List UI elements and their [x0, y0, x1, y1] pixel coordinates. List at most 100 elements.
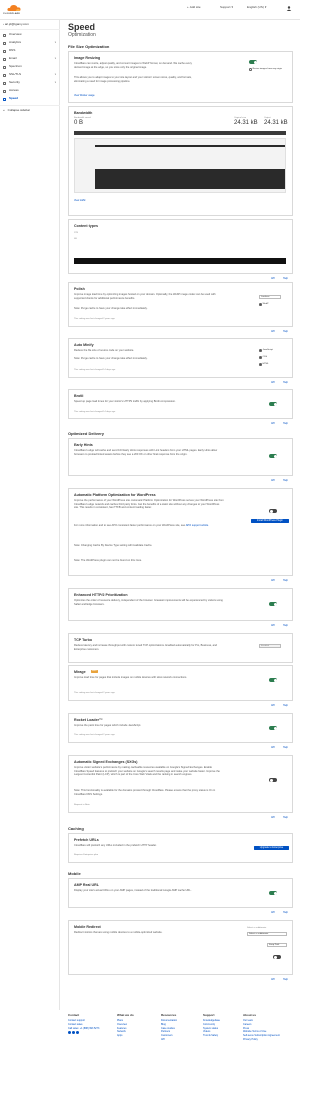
card-description: Improve visitor website's performance by… [74, 766, 220, 776]
help-link[interactable]: Help [283, 816, 288, 819]
card-note: Note: Purge cache to have your change ta… [74, 307, 148, 310]
chevron-down-icon: ▾ [264, 5, 267, 9]
add-site-link[interactable]: + Add site [187, 5, 201, 10]
divider [0, 29, 60, 30]
rocket-loader-toggle[interactable] [269, 726, 277, 730]
upgrade-enterprise-button[interactable]: Upgrade to Enterprise [254, 846, 289, 850]
footer-link[interactable]: Privacy Policy [243, 1038, 295, 1042]
api-link[interactable]: API [271, 579, 275, 582]
facebook-icon[interactable] [76, 1030, 80, 1034]
apo-support-link[interactable]: APO support article. [186, 524, 209, 527]
help-link[interactable]: Help [283, 330, 288, 333]
api-link[interactable]: API [271, 330, 275, 333]
sidebar-item-overview[interactable]: Overview [3, 32, 59, 38]
output-value: 24.31 kB [264, 120, 288, 126]
dns-icon [3, 49, 6, 53]
keep-path-select[interactable]: Keep Path [267, 943, 287, 947]
install-wordpress-plugin-button[interactable]: Install WordPress Plugin [251, 519, 289, 523]
cloudflare-logo[interactable]: CLOUDFLARE [3, 3, 25, 17]
card-description: Cloudflare can resize, adjust quality, a… [74, 62, 192, 69]
content-types-bar [74, 258, 286, 264]
user-icon[interactable] [286, 6, 292, 11]
bandwidth-saved-value: 0 B [74, 120, 84, 126]
view-traffic-link[interactable]: View traffic [74, 199, 86, 202]
help-link[interactable]: Help [283, 746, 288, 749]
twitter-icon[interactable] [68, 1030, 71, 1034]
language-menu[interactable]: English (US) ▾ [247, 5, 267, 10]
sxg-toggle[interactable] [269, 778, 277, 782]
api-link[interactable]: API [271, 746, 275, 749]
brand-name: CLOUDFLARE [3, 13, 21, 15]
sidebar-item-email[interactable]: Email ▾ [3, 56, 59, 62]
mobile-redirect-toggle[interactable] [273, 955, 281, 959]
early-hints-toggle[interactable] [269, 454, 277, 458]
tcp-turbo-card: TCP Turbo Reduce latency and increase th… [68, 633, 293, 663]
sidebar-item-speed[interactable]: Speed [3, 96, 59, 102]
api-link[interactable]: API [271, 816, 275, 819]
card-note: Note: Purge cache to have your change ta… [74, 357, 148, 360]
prefetch-urls-card: Prefetch URLs Cloudflare will prefetch a… [68, 833, 293, 863]
brotli-toggle[interactable] [269, 402, 277, 406]
resize-any-origin-checkbox[interactable]: Resize images from any origin [249, 68, 282, 71]
minify-css-checkbox[interactable]: CSS [259, 356, 267, 359]
http2-prioritization-toggle[interactable] [269, 602, 277, 606]
card-title: Prefetch URLs [74, 838, 99, 842]
api-link[interactable]: API [271, 911, 275, 914]
polish-select[interactable]: Lossless [259, 295, 281, 299]
help-link[interactable]: Help [283, 911, 288, 914]
sidebar-item-access[interactable]: Access [3, 88, 59, 94]
chevron-down-icon: ▾ [54, 73, 56, 77]
last-changed: This setting was last changed 2 years ag… [74, 692, 115, 694]
card-description: This allows you to adapt images to your … [74, 76, 192, 83]
api-link[interactable]: API [271, 277, 275, 280]
analytics-icon [3, 41, 6, 45]
help-link[interactable]: Help [283, 978, 288, 981]
help-link[interactable]: Help [283, 624, 288, 627]
axis-top-label: 1TB [74, 232, 79, 234]
mirage-toggle[interactable] [269, 678, 277, 682]
sidebar-item-analytics[interactable]: Analytics ▾ [3, 40, 59, 46]
youtube-icon[interactable] [72, 1030, 76, 1034]
webp-checkbox[interactable]: WebP [259, 303, 269, 306]
help-link[interactable]: Help [283, 277, 288, 280]
card-title: Early Hints [74, 443, 93, 447]
account-switcher[interactable]: ‹ ari.jd@tgamy.com [3, 22, 29, 27]
image-resizing-toggle[interactable] [249, 60, 257, 64]
api-link[interactable]: API [271, 978, 275, 981]
last-changed: This setting was last changed 2 years ag… [74, 734, 115, 736]
footer-link[interactable]: Trust & Safety [203, 1034, 220, 1038]
api-link[interactable]: API [271, 624, 275, 627]
http2-prioritization-card: Enhanced HTTP/2 Prioritization Optimizes… [68, 588, 293, 621]
footer-link[interactable]: Apps [117, 1034, 134, 1038]
help-link[interactable]: Help [283, 579, 288, 582]
collapse-sidebar-button[interactable]: «Collapse sidebar [3, 108, 59, 114]
card-note: Note: This functionality is available fo… [74, 789, 216, 796]
support-menu[interactable]: Support ▾ [220, 5, 233, 10]
api-link[interactable]: API [271, 704, 275, 707]
content-types-card: Content types 1TB 0B [68, 219, 293, 274]
footer-link[interactable]: API [161, 1038, 177, 1042]
sidebar-item-spectrum[interactable]: Spectrum [3, 64, 59, 70]
api-link[interactable]: API [271, 422, 275, 425]
footer-link[interactable]: Call sales: +1 (888) 993 5273 [68, 1027, 99, 1031]
tcp-turbo-select[interactable]: Enabled [259, 644, 281, 648]
card-description: Reduce latency and increase throughput w… [74, 644, 217, 651]
help-link[interactable]: Help [283, 479, 288, 482]
help-link[interactable]: Help [283, 422, 288, 425]
footer-col-what-we-do: What we do Plans Overview Features Netwo… [117, 1013, 134, 1038]
view-worker-usage-link[interactable]: View Worker usage [74, 94, 95, 97]
lock-icon [3, 73, 6, 77]
card-title: Mirage [74, 670, 86, 674]
apo-toggle[interactable] [269, 509, 277, 513]
sidebar-item-ssl[interactable]: SSL/TLS ▾ [3, 72, 59, 78]
minify-javascript-checkbox[interactable]: JavaScript [259, 349, 273, 352]
help-link[interactable]: Help [283, 381, 288, 384]
subdomain-select[interactable]: Select a subdomain [247, 932, 287, 936]
amp-real-url-toggle[interactable] [269, 891, 277, 895]
sidebar-item-dns[interactable]: DNS [3, 48, 59, 54]
sidebar-item-security[interactable]: Security ▾ [3, 80, 59, 86]
help-link[interactable]: Help [283, 704, 288, 707]
minify-html-checkbox[interactable]: HTML [259, 363, 269, 366]
api-link[interactable]: API [271, 479, 275, 482]
api-link[interactable]: API [271, 381, 275, 384]
